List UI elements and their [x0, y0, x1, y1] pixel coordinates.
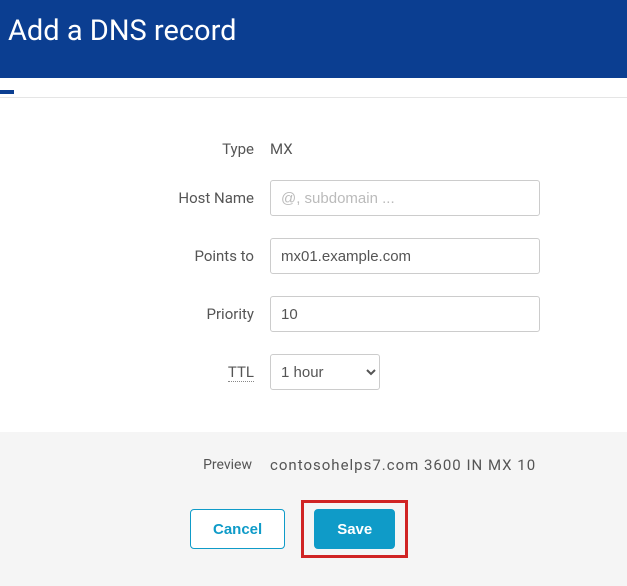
cancel-button-label: Cancel — [213, 521, 262, 538]
footer: Preview contosohelps7.com 3600 IN MX 10 … — [0, 432, 627, 586]
form-area: Type MX Host Name Points to Priority TTL… — [0, 98, 627, 422]
row-host-name: Host Name — [40, 180, 587, 216]
tab-strip — [0, 78, 627, 98]
modal-title: Add a DNS record — [8, 14, 237, 48]
label-preview: Preview — [40, 457, 270, 473]
points-to-input[interactable] — [270, 238, 540, 274]
row-preview: Preview contosohelps7.com 3600 IN MX 10 — [40, 456, 587, 474]
host-name-input[interactable] — [270, 180, 540, 216]
label-type: Type — [40, 140, 270, 158]
ttl-select[interactable]: 1 hour — [270, 354, 380, 390]
label-points-to: Points to — [40, 247, 270, 265]
value-preview: contosohelps7.com 3600 IN MX 10 — [270, 456, 536, 474]
row-points-to: Points to — [40, 238, 587, 274]
label-ttl: TTL — [228, 363, 254, 382]
row-priority: Priority — [40, 296, 587, 332]
label-priority: Priority — [40, 305, 270, 323]
save-button-label: Save — [337, 521, 372, 538]
row-type: Type MX — [40, 140, 587, 158]
save-button[interactable]: Save — [314, 509, 395, 549]
label-host-name: Host Name — [40, 189, 270, 207]
active-tab-indicator — [0, 90, 14, 94]
priority-input[interactable] — [270, 296, 540, 332]
row-ttl: TTL 1 hour — [40, 354, 587, 390]
button-bar: Cancel Save — [40, 500, 587, 558]
save-highlight: Save — [301, 500, 408, 558]
value-type: MX — [270, 140, 293, 158]
modal-header: Add a DNS record — [0, 0, 627, 78]
cancel-button[interactable]: Cancel — [190, 509, 285, 549]
